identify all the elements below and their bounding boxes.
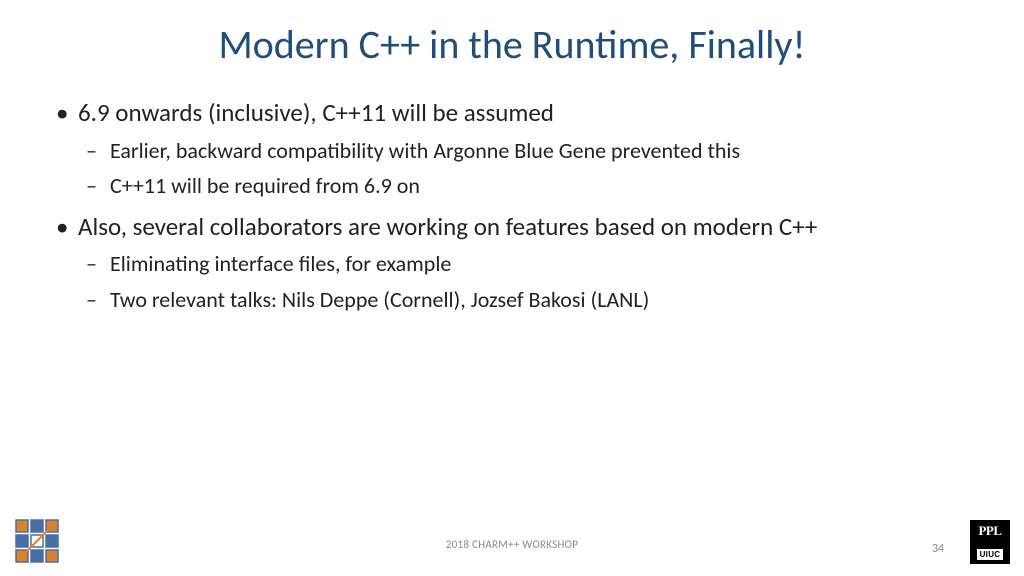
sub-bullet-item: Earlier, backward compatibility with Arg… bbox=[78, 136, 974, 166]
footer-text: 2018 CHARM++ WORKSHOP bbox=[446, 538, 579, 551]
slide-title: Modern C++ in the Runtime, Finally! bbox=[50, 20, 974, 69]
slide-content: 6.9 onwards (inclusive), C++11 will be a… bbox=[50, 97, 974, 576]
slide-footer: 2018 CHARM++ WORKSHOP bbox=[0, 524, 1024, 564]
bullet-list-level1: 6.9 onwards (inclusive), C++11 will be a… bbox=[50, 97, 974, 315]
sub-bullet-item: C++11 will be required from 6.9 on bbox=[78, 171, 974, 201]
sub-bullet-item: Eliminating interface files, for example bbox=[78, 249, 974, 279]
ppl-uiuc-logo-icon: PPL UIUC bbox=[970, 520, 1010, 564]
bullet-item: Also, several collaborators are working … bbox=[50, 211, 974, 315]
page-number: 34 bbox=[932, 542, 944, 556]
charm-grid-logo-icon bbox=[14, 518, 60, 564]
bullet-text: Also, several collaborators are working … bbox=[78, 211, 817, 242]
logo-uiuc-text: UIUC bbox=[976, 548, 1005, 561]
bullet-list-level2: Earlier, backward compatibility with Arg… bbox=[78, 136, 974, 201]
sub-bullet-item: Two relevant talks: Nils Deppe (Cornell)… bbox=[78, 285, 974, 315]
logo-ppl-text: PPL bbox=[978, 523, 1001, 539]
bullet-list-level2: Eliminating interface files, for example… bbox=[78, 249, 974, 314]
bullet-item: 6.9 onwards (inclusive), C++11 will be a… bbox=[50, 97, 974, 201]
slide: Modern C++ in the Runtime, Finally! 6.9 … bbox=[0, 0, 1024, 576]
bullet-text: 6.9 onwards (inclusive), C++11 will be a… bbox=[78, 97, 554, 128]
